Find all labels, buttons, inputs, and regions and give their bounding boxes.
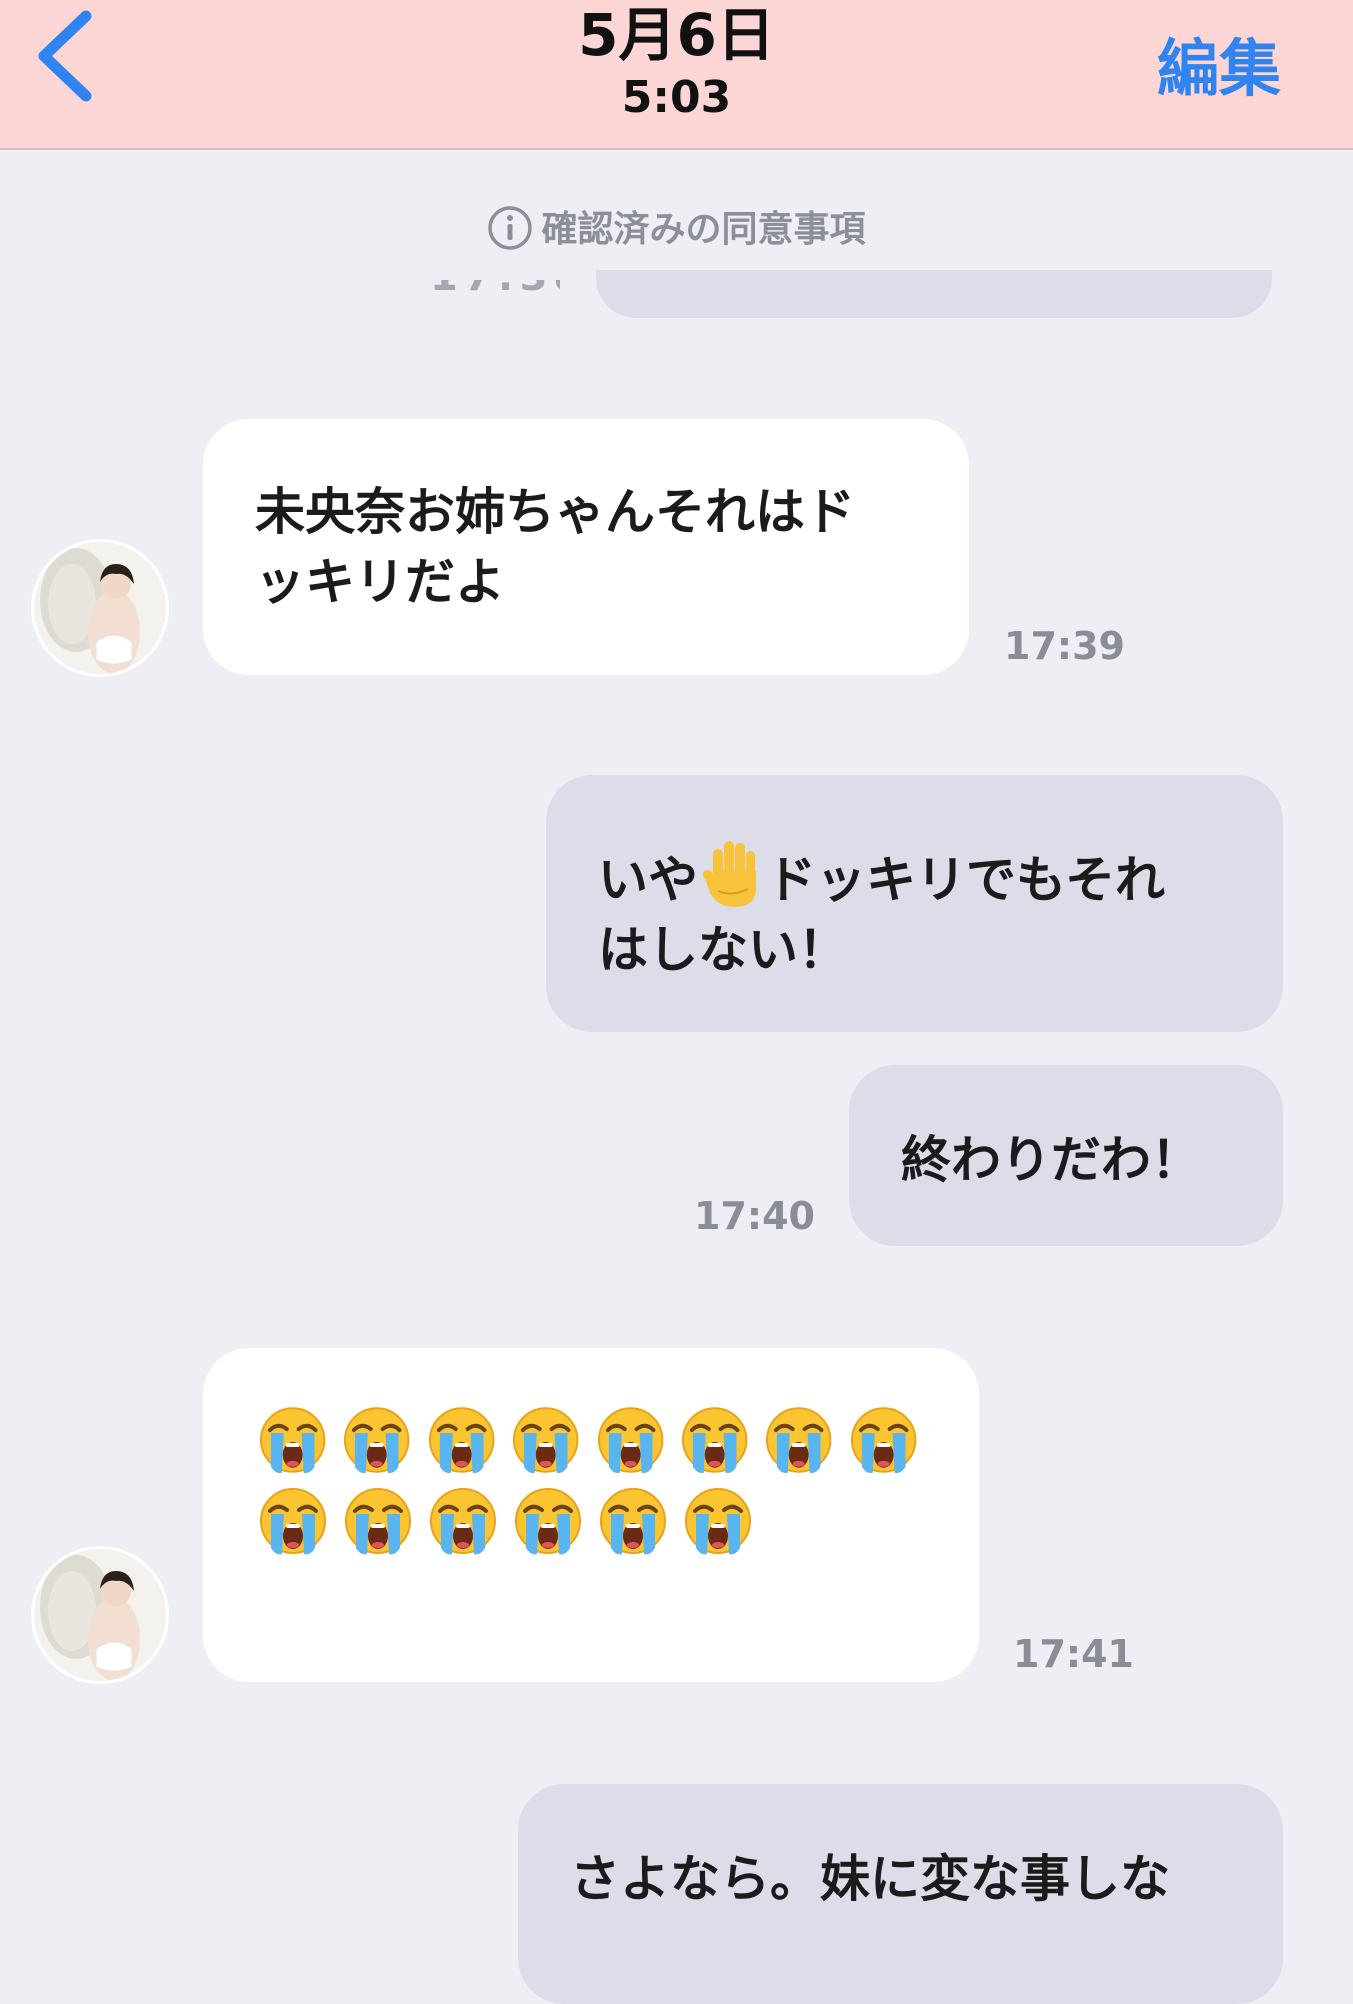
consent-notice[interactable]: 確認済みの同意事項 bbox=[0, 200, 1353, 252]
avatar[interactable] bbox=[34, 542, 166, 674]
loudly-crying-face-emoji bbox=[259, 1407, 326, 1474]
message-text-segment: ドッキリでもそれ bbox=[766, 851, 1165, 909]
message-bubble-outgoing[interactable]: いや ドッキリでもそれ はしない！ bbox=[546, 775, 1283, 1032]
loudly-crying-face-emoji bbox=[428, 1407, 495, 1474]
loudly-crying-face-emoji bbox=[515, 1488, 581, 1555]
previous-message-time: 17:38 bbox=[430, 280, 560, 302]
avatar-photo bbox=[34, 1549, 166, 1681]
message-text-line: はしない！ bbox=[598, 921, 848, 979]
message-bubble-outgoing[interactable]: さよなら。妹に変な事しな bbox=[518, 1784, 1283, 2004]
header-date: 5月6日 bbox=[578, 1, 775, 69]
raised-hand-emoji bbox=[703, 841, 756, 907]
header-time: 5:03 bbox=[621, 72, 732, 123]
message-bubble-outgoing[interactable]: 終わりだわ！ bbox=[849, 1065, 1283, 1246]
emoji-message bbox=[258, 1405, 918, 1567]
loudly-crying-face-emoji bbox=[513, 1407, 579, 1474]
emoji-row bbox=[258, 1405, 918, 1475]
loudly-crying-face-emoji bbox=[766, 1407, 832, 1474]
emoji-row bbox=[258, 1486, 918, 1556]
message-time: 17:40 bbox=[694, 1194, 815, 1238]
loudly-crying-face-emoji bbox=[430, 1488, 496, 1555]
message-text-line: いや ドッキリでもそれ bbox=[598, 835, 1283, 915]
header-bar: 5月6日 5:03 編集 bbox=[0, 0, 1353, 150]
loudly-crying-face-emoji bbox=[850, 1407, 917, 1474]
info-icon bbox=[488, 206, 533, 250]
message-text-line: 終わりだわ！ bbox=[901, 1131, 1201, 1189]
previous-message-bubble bbox=[596, 270, 1272, 318]
message-text-line: 未央奈お姉ちゃんそれはド bbox=[255, 483, 855, 541]
consent-notice-label: 確認済みの同意事項 bbox=[541, 209, 866, 250]
message-time: 17:39 bbox=[1004, 624, 1125, 668]
loudly-crying-face-emoji bbox=[685, 1488, 751, 1555]
loudly-crying-face-emoji bbox=[597, 1407, 663, 1474]
avatar-photo bbox=[34, 542, 166, 674]
message-text-segment: いや bbox=[598, 851, 698, 909]
edit-button[interactable]: 編集 bbox=[1157, 18, 1281, 108]
loudly-crying-face-emoji bbox=[600, 1488, 666, 1555]
message-text-line: さよなら。妹に変な事しな bbox=[570, 1850, 1170, 1908]
message-bubble-incoming[interactable]: 未央奈お姉ちゃんそれはド ッキリだよ bbox=[203, 419, 969, 675]
loudly-crying-face-emoji bbox=[681, 1407, 748, 1474]
loudly-crying-face-emoji bbox=[260, 1488, 326, 1555]
message-text-line: ッキリだよ bbox=[255, 553, 505, 611]
message-time: 17:41 bbox=[1013, 1632, 1134, 1676]
loudly-crying-face-emoji bbox=[344, 1407, 410, 1474]
avatar[interactable] bbox=[34, 1549, 166, 1681]
loudly-crying-face-emoji bbox=[345, 1488, 411, 1555]
